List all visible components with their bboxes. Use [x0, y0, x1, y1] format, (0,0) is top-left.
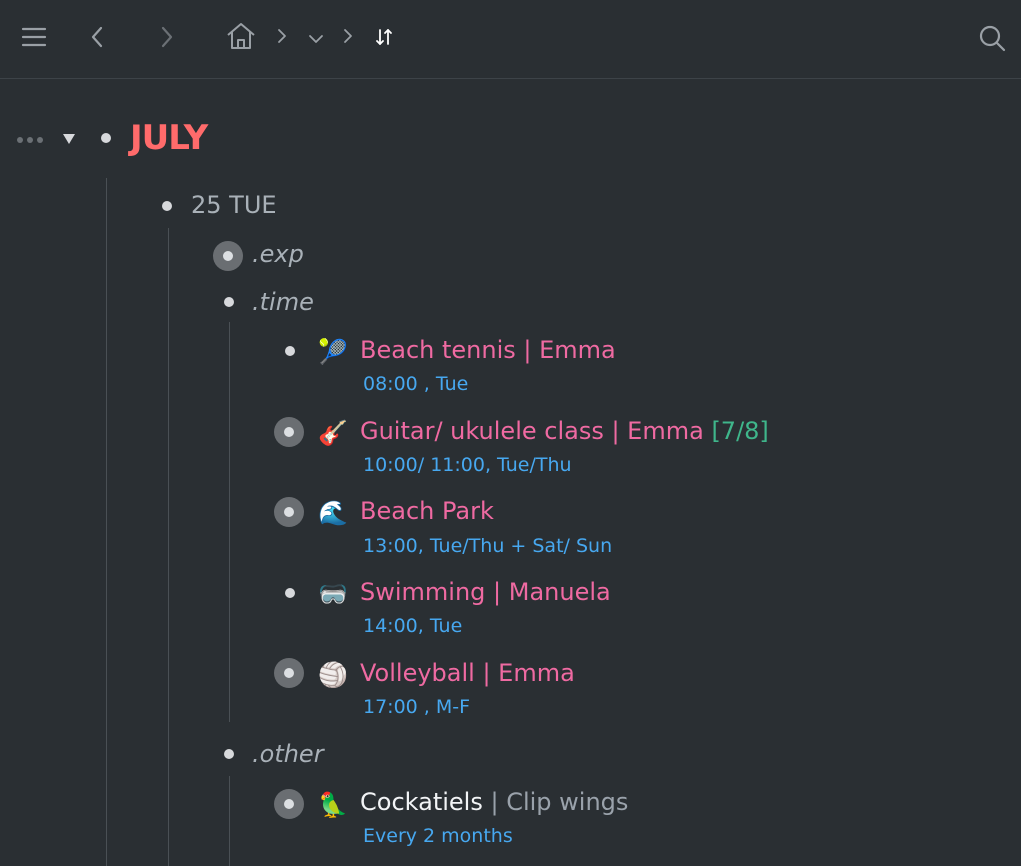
- indent-guide: [229, 322, 230, 722]
- tag-other[interactable]: .other: [252, 740, 324, 768]
- tag-exp[interactable]: .exp: [252, 240, 304, 268]
- collapsed-bullet[interactable]: [274, 417, 304, 447]
- bullet[interactable]: [285, 346, 295, 356]
- breadcrumb-separator-icon: [341, 26, 355, 46]
- item-title[interactable]: Beach tennis | Emma: [360, 336, 616, 364]
- collapsed-bullet[interactable]: [213, 241, 243, 271]
- item-title[interactable]: Swimming | Manuela: [360, 578, 611, 606]
- bullet[interactable]: [162, 201, 172, 211]
- collapse-triangle-icon[interactable]: [60, 131, 78, 147]
- title-separator: |: [482, 788, 507, 816]
- chevron-left-icon[interactable]: [86, 24, 108, 50]
- collapsed-bullet[interactable]: [274, 497, 304, 527]
- hamburger-icon[interactable]: [20, 24, 48, 50]
- goggles-icon: 🥽: [318, 580, 348, 608]
- search-icon[interactable]: [976, 22, 1008, 54]
- item-note[interactable]: 10:00/ 11:00, Tue/Thu: [363, 454, 572, 476]
- tag-time[interactable]: .time: [252, 288, 314, 316]
- indent-guide: [229, 776, 230, 866]
- root-title[interactable]: JULY: [130, 118, 208, 158]
- home-icon[interactable]: [224, 20, 258, 52]
- parrot-icon: 🦜: [318, 791, 348, 819]
- tennis-icon: 🎾: [318, 338, 348, 366]
- progress-count: [7/8]: [711, 417, 769, 445]
- sort-arrows-icon[interactable]: [373, 26, 395, 48]
- indent-guide: [168, 228, 169, 866]
- more-options-icon[interactable]: [16, 133, 46, 147]
- item-note[interactable]: 17:00 , M-F: [363, 696, 470, 718]
- chevron-down-icon[interactable]: [306, 30, 326, 48]
- day-label[interactable]: 25 TUE: [191, 191, 277, 219]
- item-note[interactable]: 14:00, Tue: [363, 615, 462, 637]
- item-note[interactable]: Every 2 months: [363, 825, 513, 847]
- bullet[interactable]: [285, 588, 295, 598]
- item-title[interactable]: Guitar/ ukulele class | Emma [7/8]: [360, 417, 769, 445]
- breadcrumb-separator-icon: [275, 26, 289, 46]
- bullet[interactable]: [101, 133, 111, 143]
- chevron-right-icon[interactable]: [156, 24, 178, 50]
- item-title[interactable]: Beach Park: [360, 497, 494, 525]
- item-note[interactable]: 13:00, Tue/Thu + Sat/ Sun: [363, 535, 612, 557]
- item-title[interactable]: Cockatiels | Clip wings: [360, 788, 628, 816]
- item-title-text: Guitar/ ukulele class | Emma: [360, 417, 712, 445]
- top-toolbar: [0, 0, 1021, 79]
- item-subtitle: Clip wings: [506, 788, 629, 816]
- collapsed-bullet[interactable]: [274, 658, 304, 688]
- item-title[interactable]: Volleyball | Emma: [360, 659, 575, 687]
- item-note[interactable]: 08:00 , Tue: [363, 373, 468, 395]
- volleyball-icon: 🏐: [318, 661, 348, 689]
- wave-icon: 🌊: [318, 499, 348, 527]
- item-title-text: Cockatiels: [360, 788, 483, 816]
- guitar-icon: 🎸: [318, 419, 348, 447]
- indent-guide: [106, 178, 107, 866]
- bullet[interactable]: [224, 749, 234, 759]
- collapsed-bullet[interactable]: [274, 789, 304, 819]
- bullet[interactable]: [224, 297, 234, 307]
